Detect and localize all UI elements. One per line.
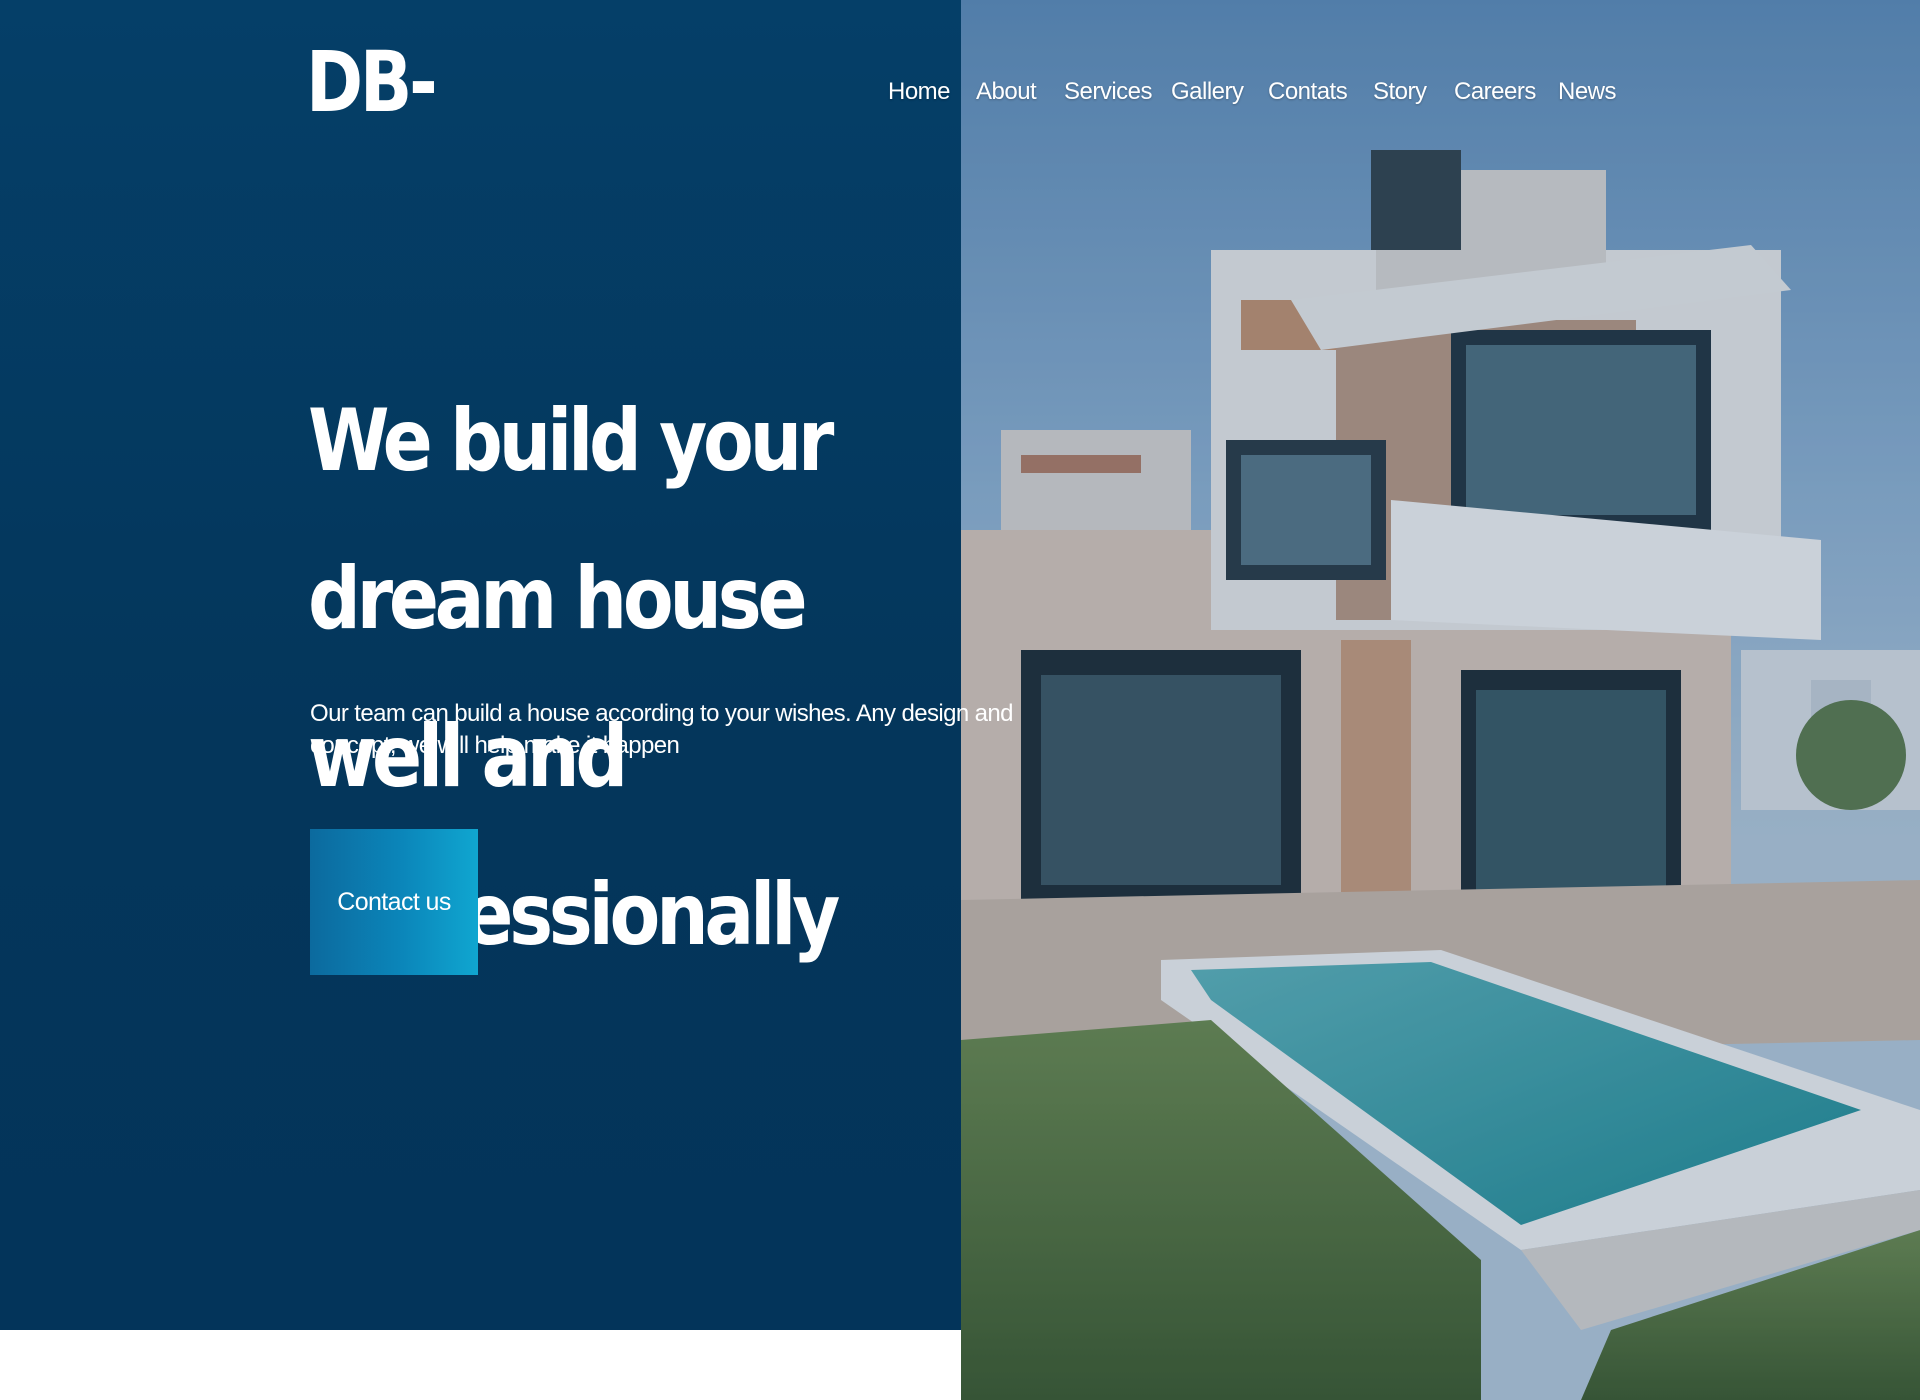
nav-item-contacts[interactable]: Contats (1268, 74, 1373, 110)
main-navigation: Home About Services Gallery Contats Stor… (888, 74, 1628, 110)
hero-subtitle: Our team can build a house according to … (310, 700, 1014, 759)
hero-title-line-1: We build your dream house (308, 391, 834, 649)
hero-bottom-strip (0, 1330, 961, 1400)
nav-item-services[interactable]: Services (1064, 74, 1171, 110)
hero-image (961, 0, 1920, 1400)
nav-item-careers[interactable]: Careers (1454, 74, 1558, 110)
nav-item-news[interactable]: News (1558, 74, 1618, 110)
nav-item-home[interactable]: Home (888, 74, 976, 110)
nav-item-about[interactable]: About (976, 74, 1064, 110)
hero-image-tint (961, 0, 1920, 1400)
nav-item-story[interactable]: Story (1373, 74, 1454, 110)
contact-us-button[interactable]: Contact us (310, 829, 478, 975)
brand-logo[interactable]: DB- (306, 36, 438, 129)
nav-item-gallery[interactable]: Gallery (1171, 74, 1268, 110)
